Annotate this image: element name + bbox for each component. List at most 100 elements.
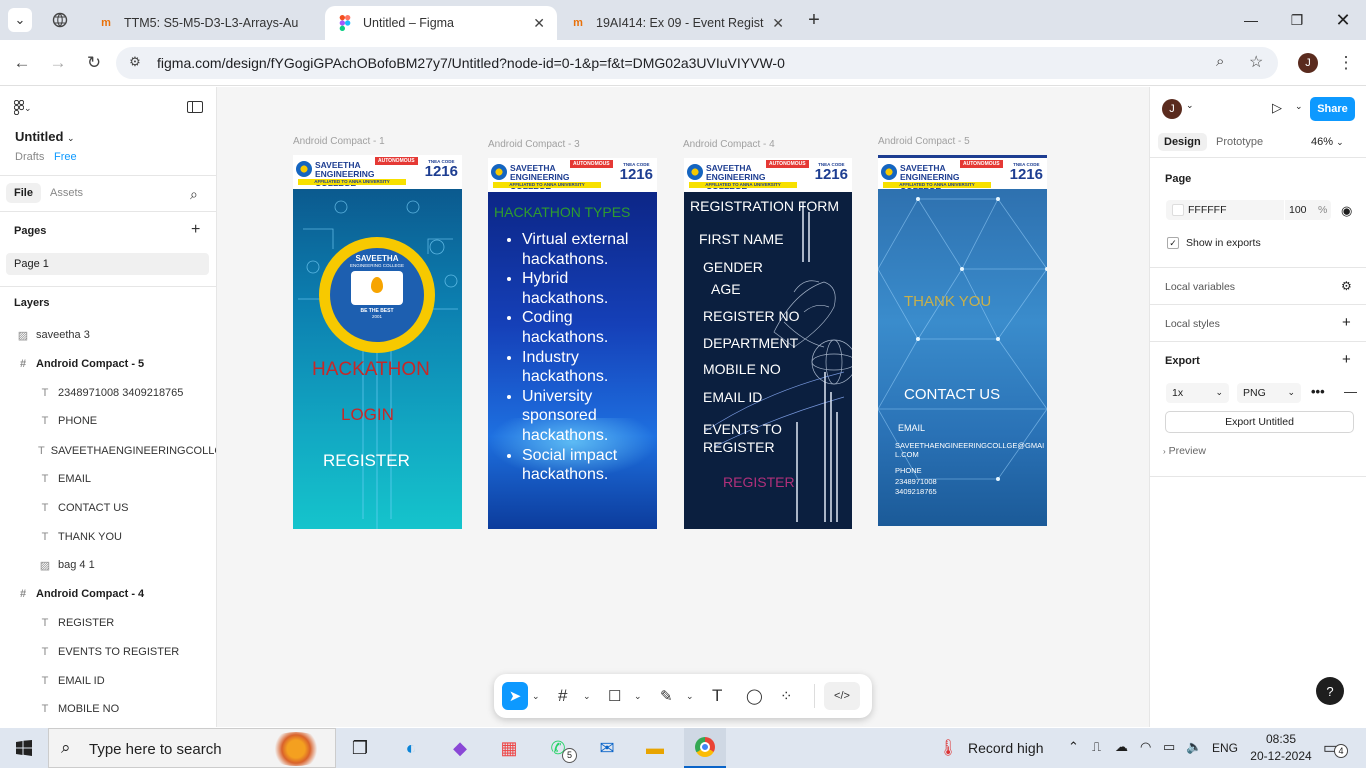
register-button[interactable]: REGISTER — [323, 451, 410, 471]
layer-item[interactable]: T 2348971008 3409218765 — [0, 379, 216, 407]
local-variables[interactable]: Local variables — [1165, 281, 1235, 293]
layer-item[interactable]: T THANK YOU — [0, 523, 216, 551]
tab-search-chevron-icon[interactable]: ⌄ — [8, 8, 32, 32]
bg-color-field[interactable]: FFFFFF 100 % — [1166, 200, 1331, 220]
layer-item[interactable]: T EVENTS TO REGISTER — [0, 638, 216, 666]
chevron-down-icon[interactable]: ⌄ — [1295, 101, 1303, 112]
frame-label[interactable]: Android Compact - 1 — [293, 136, 385, 147]
remove-export-icon[interactable]: — — [1344, 384, 1357, 399]
add-style-icon[interactable]: + — [1342, 314, 1351, 331]
chevron-down-icon[interactable]: ⌄ — [686, 682, 694, 710]
layer-item[interactable]: T MOBILE NO — [0, 695, 216, 723]
tab-design[interactable]: Design — [1158, 133, 1207, 151]
move-tool-icon[interactable]: ➤ — [502, 682, 528, 710]
back-arrow-icon[interactable]: ← — [10, 51, 34, 75]
windows-start-icon[interactable] — [10, 734, 38, 762]
tab-prototype[interactable]: Prototype — [1216, 136, 1263, 148]
tab-ttm5[interactable]: m TTM5: S5-M5-D3-L3-Arrays-Au — [86, 6, 324, 40]
tab-figma[interactable]: Untitled – Figma ✕ — [325, 6, 557, 40]
close-window-icon[interactable]: ✕ — [1320, 0, 1366, 40]
site-info-icon[interactable]: ⚙ — [126, 54, 144, 72]
export-scale-select[interactable]: 1x ⌄ — [1166, 383, 1229, 403]
figma-main-menu-icon[interactable]: ⌄ — [13, 99, 32, 118]
android-compact-3-frame[interactable]: SAVEETHA ENGINEERING COLLEGE AUTONOMOUS … — [488, 158, 657, 529]
tab-assets[interactable]: Assets — [50, 187, 83, 199]
task-view-icon[interactable]: ❐ — [346, 734, 374, 762]
chevron-down-icon[interactable]: ⌄ — [1186, 100, 1194, 111]
android-compact-4-frame[interactable]: SAVEETHA ENGINEERING COLLEGE AUTONOMOUS … — [684, 158, 852, 529]
tab-file[interactable]: File — [6, 183, 41, 203]
zoom-level[interactable]: 46% ⌄ — [1311, 136, 1344, 148]
forward-arrow-icon[interactable]: → — [46, 51, 70, 75]
minimize-icon[interactable]: — — [1228, 0, 1274, 40]
help-button[interactable]: ? — [1316, 677, 1344, 705]
local-styles[interactable]: Local styles — [1165, 318, 1220, 330]
comment-tool-icon[interactable]: ◯ — [746, 682, 763, 710]
layer-item[interactable]: T SAVEETHAENGINEERINGCOLLGE — [0, 437, 216, 465]
search-icon[interactable]: ⌕ — [190, 186, 198, 203]
volume-icon[interactable]: 🔈 — [1186, 739, 1202, 755]
login-button[interactable]: LOGIN — [341, 405, 394, 425]
frame-tool-icon[interactable]: # — [558, 682, 567, 710]
frame-label[interactable]: Android Compact - 3 — [488, 139, 580, 150]
url-text[interactable]: figma.com/design/fYGogiGPAchOBofoBM27y7/… — [157, 55, 785, 71]
language-indicator[interactable]: ENG — [1212, 741, 1238, 755]
close-tab-icon[interactable]: ✕ — [533, 15, 545, 32]
layer-item[interactable]: ▨ saveetha 3 — [0, 321, 216, 349]
layer-item[interactable]: ▨ bag 4 1 — [0, 551, 216, 579]
restore-icon[interactable]: ❐ — [1274, 0, 1320, 40]
thermometer-icon[interactable]: 🌡 — [938, 738, 958, 758]
new-tab-icon[interactable]: + — [802, 8, 826, 32]
url-bar[interactable]: ⚙ figma.com/design/fYGogiGPAchOBofoBM27y… — [116, 47, 1278, 79]
rectangle-tool-icon[interactable]: ☐ — [608, 682, 621, 710]
wifi-icon[interactable]: ◠ — [1140, 739, 1151, 755]
share-button[interactable]: Share — [1310, 97, 1355, 121]
taskbar-search-box[interactable]: ⌕ Type here to search — [48, 728, 336, 768]
pen-tool-icon[interactable]: ✎ — [660, 682, 673, 710]
android-compact-1-frame[interactable]: SAVEETHA ENGINEERING COLLEGE AUTONOMOUS … — [293, 155, 462, 529]
edge-icon[interactable]: ◐ — [397, 734, 425, 762]
layer-item[interactable]: T EMAIL ID — [0, 667, 216, 695]
bg-hex[interactable]: FFFFFF — [1188, 204, 1226, 216]
frame-label[interactable]: Android Compact - 4 — [683, 139, 775, 150]
cloud-icon[interactable]: ☁ — [1115, 739, 1128, 755]
zoom-icon[interactable]: ⌕ — [1216, 53, 1224, 70]
add-page-icon[interactable]: + — [191, 221, 200, 239]
clock-time[interactable]: 08:35 — [1258, 732, 1304, 746]
add-export-icon[interactable]: + — [1342, 351, 1351, 368]
close-tab-icon[interactable]: ✕ — [772, 15, 784, 32]
outlook-icon[interactable]: ✉ — [593, 734, 621, 762]
frame-label[interactable]: Android Compact - 5 — [878, 136, 970, 147]
layer-item[interactable]: T CONTACT US — [0, 494, 216, 522]
bookmark-star-icon[interactable]: ☆ — [1249, 52, 1263, 72]
microsoft-store-icon[interactable]: ▦ — [495, 734, 523, 762]
user-avatar[interactable]: J — [1162, 99, 1182, 119]
bg-opacity[interactable]: 100 — [1289, 204, 1307, 216]
layer-item[interactable]: # Android Compact - 4 — [0, 580, 216, 608]
chrome-taskbar-button[interactable] — [684, 728, 726, 768]
text-tool-icon[interactable]: T — [712, 682, 722, 710]
profile-avatar[interactable]: J — [1298, 53, 1318, 73]
drafts-label[interactable]: Drafts — [15, 151, 44, 163]
export-button[interactable]: Export Untitled — [1165, 411, 1354, 433]
chevron-down-icon[interactable]: ⌄ — [532, 682, 540, 710]
register-button[interactable]: REGISTER — [723, 474, 795, 490]
eye-icon[interactable]: ◉ — [1341, 203, 1352, 219]
browser-menu-icon[interactable]: ⋮ — [1334, 51, 1358, 75]
preview-toggle[interactable]: › Preview — [1163, 445, 1206, 457]
weather-text[interactable]: Record high — [968, 740, 1044, 756]
layer-item[interactable]: T PHONE — [0, 407, 216, 435]
layer-item[interactable]: T EMAIL — [0, 465, 216, 493]
file-title[interactable]: Untitled ⌄ — [15, 129, 75, 144]
layer-item[interactable]: # Android Compact - 5 — [0, 350, 216, 378]
actions-tool-icon[interactable]: ⁘ — [780, 682, 793, 710]
design-canvas[interactable]: Android Compact - 1 SAVEETHA ENGINEERING… — [217, 87, 1149, 727]
copilot-icon[interactable]: ◆ — [446, 734, 474, 762]
dev-mode-icon[interactable]: </> — [824, 682, 860, 710]
variables-settings-icon[interactable]: ⚙ — [1341, 279, 1352, 293]
present-play-icon[interactable]: ▷ — [1272, 100, 1282, 116]
show-hidden-icons[interactable]: ⌃ — [1068, 739, 1079, 755]
usb-icon[interactable]: ⎍ — [1092, 739, 1101, 755]
tab-19ai414[interactable]: m 19AI414: Ex 09 - Event Registrat ✕ — [558, 6, 796, 40]
chevron-down-icon[interactable]: ⌄ — [634, 682, 642, 710]
